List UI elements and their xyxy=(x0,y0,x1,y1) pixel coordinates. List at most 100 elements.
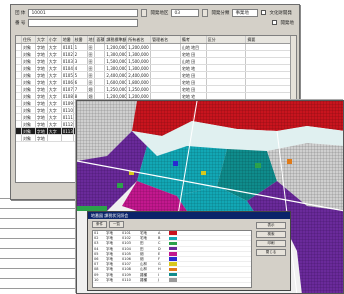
table-cell xyxy=(246,72,296,78)
table-cell: 対象 xyxy=(22,114,36,120)
code-input[interactable]: 10001 xyxy=(28,8,139,17)
table-row[interactable]: 対象 字地 大字 0105 5 田 2,400,000 2,400,000 宅地 田 xyxy=(16,72,296,79)
table-cell: 対象 xyxy=(22,100,36,106)
table-cell: 大字 xyxy=(48,114,62,120)
list-cell: D xyxy=(158,246,161,251)
map-window: 地番図 課税状況照会 条件 一覧 01 字地 0101 宅地 A 02 字地 0102 宅地 B 0… xyxy=(76,100,344,294)
column-header[interactable]: 所有者名 xyxy=(127,36,152,43)
list-cell: 字地 xyxy=(106,241,113,246)
dialog-title: 地番図 課税状況照会 xyxy=(91,212,129,218)
map-marker xyxy=(255,163,261,168)
category-select[interactable]: 事業地 xyxy=(232,8,259,17)
column-header[interactable]: 地番 xyxy=(62,36,74,43)
list-cell: 07 xyxy=(94,262,99,267)
table-row[interactable]: 対象 字地 大字 0107 7 畑 1,250,000 1,250,000 宅地 田 xyxy=(16,86,296,93)
list-cell: 0107 xyxy=(122,262,131,267)
table-row[interactable]: 対象 字地 大字 0108 8 畑 1,200,000 1,200,000 宅地 宅 xyxy=(16,93,296,100)
chevron-down-icon[interactable] xyxy=(202,8,209,17)
table-cell: 対象 xyxy=(22,58,36,64)
color-swatch xyxy=(169,262,177,266)
list-cell: 0105 xyxy=(122,251,131,256)
table-cell xyxy=(207,72,247,78)
table-cell: 大字 xyxy=(48,107,62,113)
list-cell: 0110 xyxy=(122,277,131,282)
map-marker xyxy=(173,161,178,166)
table-cell: 1,800,000 xyxy=(127,79,152,85)
table-cell: 0110 xyxy=(62,107,74,113)
map-marker xyxy=(201,171,206,175)
tab-conditions[interactable]: 条件 xyxy=(92,221,107,228)
show-button[interactable]: 表示 xyxy=(256,222,286,229)
table-row[interactable]: 対象 字地 大字 0101 1 田 1,200,000 1,200,000 山地 地目 xyxy=(16,44,296,51)
column-header[interactable]: 枝番 xyxy=(74,36,88,43)
table-row[interactable]: 対象 字地 大字 0103 3 田 1,500,000 1,500,000 山地 田 xyxy=(16,58,296,65)
column-header[interactable]: 管理者名 xyxy=(151,36,181,43)
table-cell xyxy=(151,79,181,85)
column-header[interactable]: 住所 xyxy=(22,36,36,43)
table-row[interactable]: 対象 字地 大字 0104 4 田 1,300,000 1,300,000 宅地 地 xyxy=(16,65,296,72)
table-cell: 1,300,000 xyxy=(106,51,128,57)
table-cell: 対象 xyxy=(22,135,36,141)
table-cell: 1,300,000 xyxy=(127,51,152,57)
table-cell: 1,200,000 xyxy=(127,44,152,50)
color-swatch xyxy=(169,278,177,282)
list-cell: 06 xyxy=(94,257,99,262)
table-cell: 対象 xyxy=(22,44,36,50)
table-cell: 字地 xyxy=(36,44,48,50)
list-cell: 雑種 xyxy=(140,277,147,282)
print-button[interactable]: 印刷 xyxy=(256,240,286,247)
table-cell xyxy=(246,44,296,50)
table-cell: 字地 xyxy=(36,121,48,127)
heritage-checkbox[interactable] xyxy=(261,10,267,15)
column-header[interactable]: 区分 xyxy=(207,36,247,43)
table-row[interactable]: 対象 字地 大字 0102 2 田 1,300,000 1,300,000 宅地 田 xyxy=(16,51,296,58)
column-header[interactable]: 地目 xyxy=(88,36,96,43)
chevron-down-icon[interactable] xyxy=(141,8,148,17)
table-cell xyxy=(151,44,181,50)
table-cell xyxy=(207,93,247,99)
parcel-query-dialog: 地番図 課税状況照会 条件 一覧 01 字地 0101 宅地 A 02 字地 0102 宅地 B 0… xyxy=(87,211,291,291)
table-cell: 字地 xyxy=(36,128,48,134)
table-cell: 0113 xyxy=(62,128,74,134)
search-button[interactable]: 検索 xyxy=(256,231,286,238)
table-cell: 0102 xyxy=(62,51,74,57)
column-header[interactable]: 大字 xyxy=(36,36,48,43)
table-cell: 字地 xyxy=(36,107,48,113)
list-item[interactable]: 10 字地 0110 雑種 J xyxy=(93,278,251,283)
close-button[interactable]: 閉じる xyxy=(256,249,286,256)
list-cell: A xyxy=(158,231,161,236)
table-cell: 田 xyxy=(88,79,96,85)
list-cell: 字地 xyxy=(106,251,113,256)
list-cell: 0103 xyxy=(122,241,131,246)
list-cell: 字地 xyxy=(106,236,113,241)
table-row[interactable]: 対象 字地 大字 0106 6 田 1,600,000 1,800,000 宅地 田 xyxy=(16,79,296,86)
column-header[interactable]: 課税標準額 xyxy=(105,36,128,43)
table-cell: 字地 xyxy=(36,100,48,106)
color-swatch xyxy=(169,257,177,261)
table-cell: 対象 xyxy=(22,128,36,134)
column-header[interactable]: 小字 xyxy=(48,36,62,43)
table-cell: 1,200,000 xyxy=(127,93,152,99)
development-checkbox[interactable] xyxy=(272,20,278,25)
district-select[interactable]: 03 xyxy=(171,8,200,17)
table-cell: 字地 xyxy=(36,135,48,141)
list-cell: 雑種 xyxy=(140,272,147,277)
table-cell: 対象 xyxy=(22,72,36,78)
column-header[interactable]: 面積 xyxy=(95,36,106,43)
table-cell: 田 xyxy=(88,51,96,57)
table-cell xyxy=(95,44,106,50)
table-cell: 宅地 田 xyxy=(181,86,207,92)
tab-list[interactable]: 一覧 xyxy=(109,221,124,228)
list-cell: 畑 xyxy=(140,257,144,262)
number-input[interactable] xyxy=(28,18,139,27)
column-header[interactable]: 備考 xyxy=(181,36,207,43)
column-header[interactable]: 摘要 xyxy=(246,36,296,43)
table-cell: 田 xyxy=(88,58,96,64)
table-cell: 対象 xyxy=(22,93,36,99)
table-cell: 2 xyxy=(74,51,88,57)
list-cell: B xyxy=(158,236,161,241)
table-cell xyxy=(246,58,296,64)
table-cell: 7 xyxy=(74,86,88,92)
table-cell: 山地 田 xyxy=(181,58,207,64)
list-cell: 字地 xyxy=(106,257,113,262)
